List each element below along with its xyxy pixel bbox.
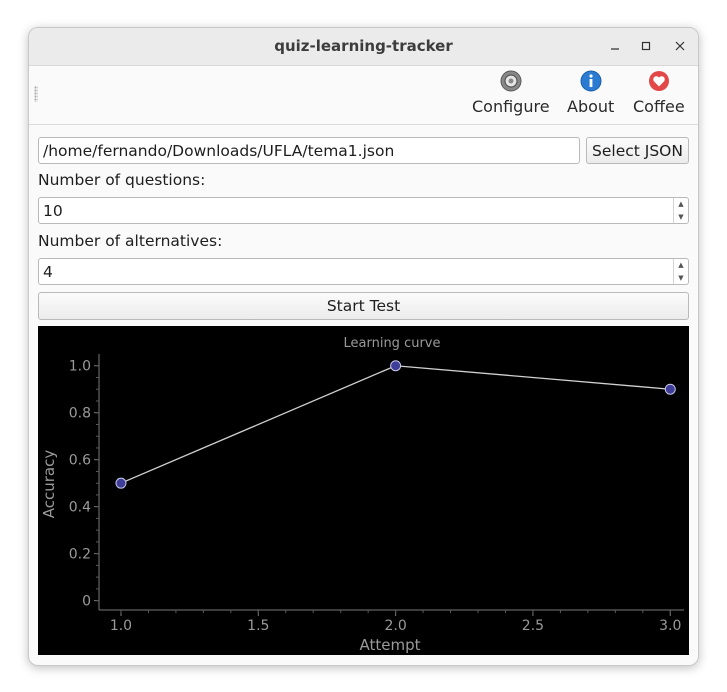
x-tick-label: 1.5 bbox=[247, 618, 269, 634]
stepper-down-icon[interactable]: ▼ bbox=[674, 272, 688, 285]
minimize-button[interactable] bbox=[605, 36, 625, 56]
alternatives-value: 4 bbox=[43, 262, 53, 281]
y-tick-label: 0.6 bbox=[69, 453, 91, 469]
configure-button[interactable]: Configure bbox=[472, 70, 550, 122]
chart-title: Learning curve bbox=[344, 336, 441, 351]
maximize-icon bbox=[641, 41, 651, 51]
chart-axes: 0 0.2 0.4 0.6 0.8 1.0 1.0 1.5 2.0 2.5 3.0 bbox=[69, 354, 684, 634]
stepper-down-icon[interactable]: ▼ bbox=[674, 211, 688, 224]
minimize-icon bbox=[611, 48, 619, 50]
maximize-button[interactable] bbox=[636, 36, 656, 56]
alternatives-spinbox[interactable]: 4 ▲ ▼ bbox=[38, 258, 689, 285]
x-tick-label: 2.5 bbox=[522, 618, 544, 634]
title-bar: quiz-learning-tracker bbox=[29, 28, 698, 66]
alternatives-label: Number of alternatives: bbox=[38, 232, 223, 250]
x-axis-label: Attempt bbox=[359, 636, 420, 654]
json-path-value: /home/fernando/Downloads/UFLA/tema1.json bbox=[43, 141, 395, 160]
info-icon bbox=[580, 70, 602, 92]
start-test-label: Start Test bbox=[326, 297, 401, 315]
x-tick-label: 1.0 bbox=[110, 618, 132, 634]
select-json-label: Select JSON bbox=[592, 141, 683, 160]
app-window: quiz-learning-tracker Configure About Co… bbox=[28, 27, 699, 666]
y-tick-label: 0 bbox=[82, 594, 91, 610]
data-point bbox=[664, 383, 676, 395]
questions-spinbox[interactable]: 10 ▲ ▼ bbox=[38, 197, 689, 224]
x-tick-label: 2.0 bbox=[384, 618, 406, 634]
data-point bbox=[115, 477, 127, 489]
about-label: About bbox=[567, 97, 615, 116]
coffee-label: Coffee bbox=[633, 97, 685, 116]
chart-marks bbox=[115, 360, 676, 489]
configure-label: Configure bbox=[472, 97, 550, 116]
json-path-field[interactable]: /home/fernando/Downloads/UFLA/tema1.json bbox=[38, 137, 580, 164]
start-test-button[interactable]: Start Test bbox=[38, 292, 689, 320]
coffee-button[interactable]: Coffee bbox=[633, 70, 685, 122]
questions-value: 10 bbox=[43, 201, 63, 220]
y-tick-label: 0.2 bbox=[69, 547, 91, 563]
x-tick-label: 3.0 bbox=[659, 618, 681, 634]
series-line bbox=[120, 365, 671, 484]
questions-stepper[interactable]: ▲ ▼ bbox=[673, 198, 688, 223]
select-json-button[interactable]: Select JSON bbox=[586, 137, 689, 164]
y-axis-label: Accuracy bbox=[40, 450, 58, 519]
about-button[interactable]: About bbox=[567, 70, 614, 122]
y-tick-label: 0.4 bbox=[69, 500, 91, 516]
window-title: quiz-learning-tracker bbox=[274, 37, 453, 55]
toolbar: Configure About Coffee bbox=[29, 66, 698, 125]
gear-icon bbox=[500, 70, 522, 92]
alternatives-stepper[interactable]: ▲ ▼ bbox=[673, 259, 688, 284]
y-tick-label: 1.0 bbox=[69, 359, 91, 375]
close-icon bbox=[675, 41, 685, 51]
close-button[interactable] bbox=[670, 36, 690, 56]
data-point bbox=[390, 360, 402, 372]
stepper-up-icon[interactable]: ▲ bbox=[674, 198, 688, 211]
questions-label: Number of questions: bbox=[38, 171, 206, 189]
toolbar-grip[interactable] bbox=[34, 86, 38, 102]
heart-icon bbox=[648, 71, 669, 91]
stepper-up-icon[interactable]: ▲ bbox=[674, 259, 688, 272]
learning-curve-plot[interactable]: Learning curve Attempt Accuracy 0 0.2 0.4 0… bbox=[38, 326, 689, 655]
y-tick-label: 0.8 bbox=[69, 406, 91, 422]
learning-curve-chart: Learning curve Attempt Accuracy 00.20.40… bbox=[40, 336, 684, 654]
